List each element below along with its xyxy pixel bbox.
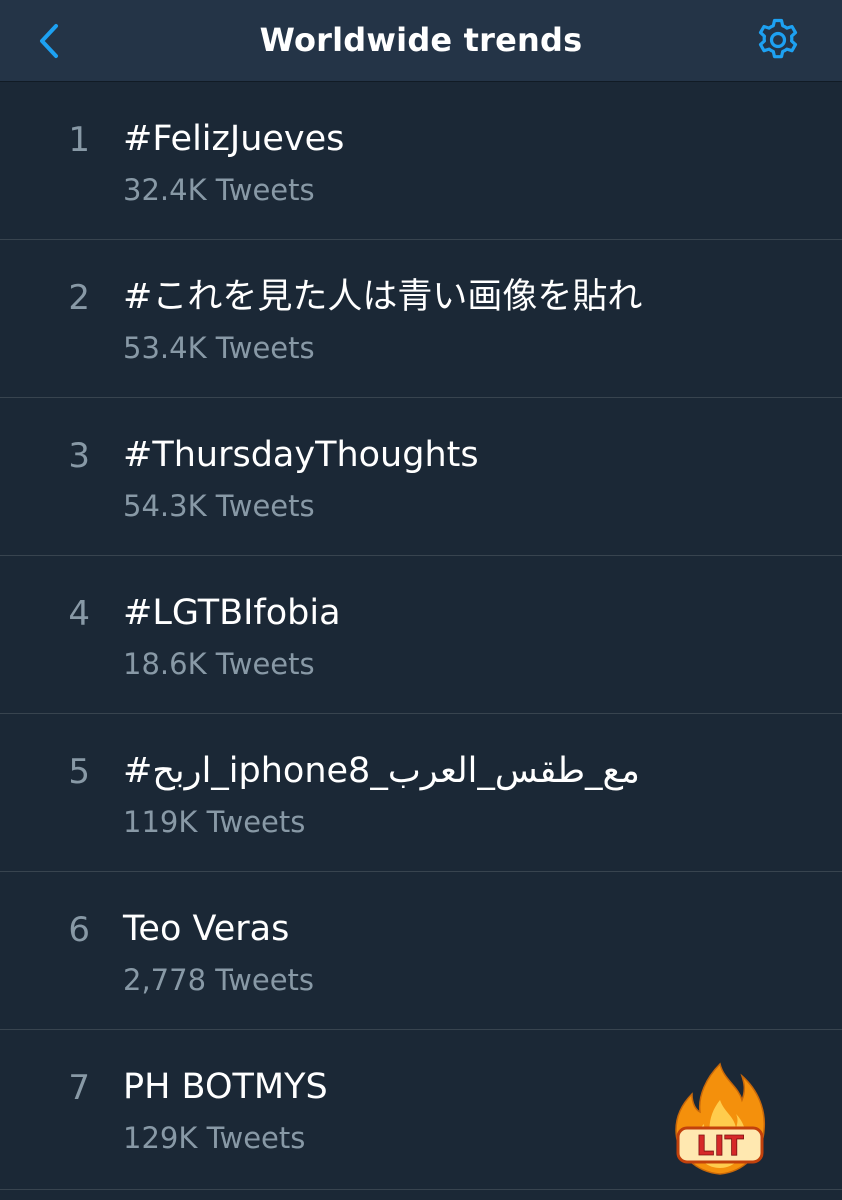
trend-item[interactable]: 4 #LGTBIfobia 18.6K Tweets bbox=[0, 556, 842, 714]
trend-tweet-count: 18.6K Tweets bbox=[123, 647, 315, 681]
trend-rank: 1 bbox=[68, 120, 90, 160]
trend-tweet-count: 129K Tweets bbox=[123, 1121, 306, 1155]
trend-name: #FelizJueves bbox=[123, 119, 345, 159]
trend-rank: 7 bbox=[68, 1068, 90, 1108]
trend-name: #LGTBIfobia bbox=[123, 593, 341, 633]
trend-item[interactable]: 1 #FelizJueves 32.4K Tweets bbox=[0, 82, 842, 240]
trend-rank: 2 bbox=[68, 278, 90, 318]
trend-rank: 6 bbox=[68, 910, 90, 950]
trend-item[interactable]: 6 Teo Veras 2,778 Tweets bbox=[0, 872, 842, 1030]
page-title: Worldwide trends bbox=[259, 21, 583, 59]
trend-name: #اربح_iphone8_مع_طقس_العرب bbox=[123, 751, 640, 791]
trend-rank: 5 bbox=[68, 752, 90, 792]
trend-item[interactable]: 2 #これを見た人は青い画像を貼れ 53.4K Tweets bbox=[0, 240, 842, 398]
settings-button[interactable] bbox=[752, 14, 804, 66]
trend-item[interactable]: 5 #اربح_iphone8_مع_طقس_العرب 119K Tweets bbox=[0, 714, 842, 872]
nav-header: Worldwide trends bbox=[0, 0, 842, 82]
trend-tweet-count: 54.3K Tweets bbox=[123, 489, 315, 523]
trend-tweet-count: 53.4K Tweets bbox=[123, 331, 315, 365]
trend-name: #ThursdayThoughts bbox=[123, 435, 479, 475]
trends-screen: Worldwide trends 1 #FelizJueves 32.4K Tw… bbox=[0, 0, 842, 1200]
trend-tweet-count: 2,778 Tweets bbox=[123, 963, 315, 997]
trend-name: #これを見た人は青い画像を貼れ bbox=[123, 277, 643, 317]
trend-tweet-count: 119K Tweets bbox=[123, 805, 306, 839]
trend-name: PH BOTMYS bbox=[123, 1067, 328, 1107]
trend-list: 1 #FelizJueves 32.4K Tweets 2 #これを見た人は青い… bbox=[0, 82, 842, 1190]
chevron-left-icon bbox=[40, 24, 58, 58]
trend-tweet-count: 32.4K Tweets bbox=[123, 173, 315, 207]
gear-icon bbox=[758, 18, 798, 59]
lit-sticker-label: LIT bbox=[696, 1129, 743, 1162]
trend-item[interactable]: 3 #ThursdayThoughts 54.3K Tweets bbox=[0, 398, 842, 556]
fire-icon: LIT bbox=[675, 1062, 766, 1175]
trend-rank: 3 bbox=[68, 436, 90, 476]
trend-name: Teo Veras bbox=[123, 909, 290, 949]
back-button[interactable] bbox=[22, 14, 76, 68]
trend-rank: 4 bbox=[68, 594, 90, 634]
